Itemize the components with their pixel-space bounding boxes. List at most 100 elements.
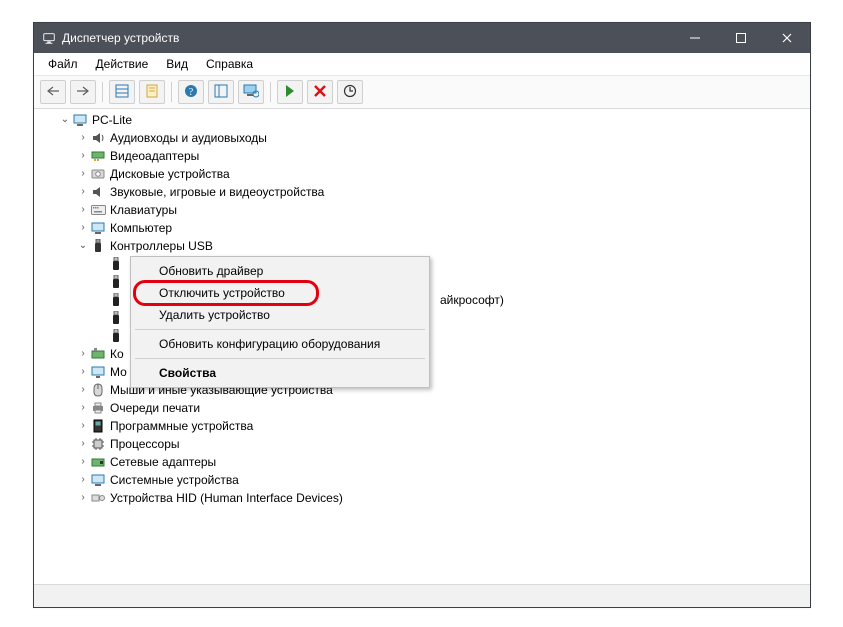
category-processors[interactable]: › Процессоры <box>40 435 804 453</box>
ctx-separator <box>135 329 425 330</box>
chevron-right-icon[interactable]: › <box>76 471 90 489</box>
help-icon: ? <box>184 84 198 101</box>
ctx-disable-device[interactable]: Отключить устройство <box>133 282 427 304</box>
menu-help[interactable]: Справка <box>198 55 261 75</box>
ctx-properties[interactable]: Свойства <box>133 362 427 384</box>
network-adapter-icon <box>90 454 106 470</box>
maximize-button[interactable] <box>718 23 764 53</box>
chevron-right-icon[interactable]: › <box>76 201 90 219</box>
menu-view[interactable]: Вид <box>158 55 196 75</box>
chevron-right-icon[interactable]: › <box>76 453 90 471</box>
chevron-right-icon[interactable]: › <box>76 345 90 363</box>
chevron-right-icon[interactable]: › <box>76 165 90 183</box>
svg-text:?: ? <box>189 87 194 98</box>
menubar: Файл Действие Вид Справка <box>34 53 810 76</box>
update-driver-button[interactable] <box>337 80 363 104</box>
minimize-button[interactable] <box>672 23 718 53</box>
category-disk[interactable]: › Дисковые устройства <box>40 165 804 183</box>
software-device-icon <box>90 418 106 434</box>
category-label: Устройства HID (Human Interface Devices) <box>110 489 343 507</box>
properties-icon <box>145 84 159 101</box>
category-audio[interactable]: › Аудиовходы и аудиовыходы <box>40 129 804 147</box>
category-label: Видеоадаптеры <box>110 147 199 165</box>
chevron-right-icon[interactable]: › <box>76 381 90 399</box>
system-device-icon <box>90 472 106 488</box>
keyboard-icon <box>90 202 106 218</box>
menu-file[interactable]: Файл <box>40 55 86 75</box>
chevron-right-icon[interactable]: › <box>76 417 90 435</box>
context-menu: Обновить драйвер Отключить устройство Уд… <box>130 256 430 388</box>
chevron-right-icon[interactable]: › <box>76 399 90 417</box>
category-label: Компьютер <box>110 219 172 237</box>
mouse-icon <box>90 382 106 398</box>
category-label: Клавиатуры <box>110 201 177 219</box>
help-button[interactable]: ? <box>178 80 204 104</box>
window-title: Диспетчер устройств <box>62 31 179 45</box>
category-software-devices[interactable]: › Программные устройства <box>40 417 804 435</box>
category-label: Сетевые адаптеры <box>110 453 216 471</box>
tree-root[interactable]: ⌄ PC-Lite <box>40 111 804 129</box>
storage-controller-icon <box>90 346 106 362</box>
chevron-right-icon[interactable]: › <box>76 219 90 237</box>
show-hidden-button[interactable] <box>109 80 135 104</box>
category-label: Дисковые устройства <box>110 165 230 183</box>
monitor-scan-icon <box>243 84 259 101</box>
toolbar: ? <box>34 76 810 109</box>
usb-plug-icon <box>108 310 124 326</box>
titlebar[interactable]: Диспетчер устройств <box>34 23 810 53</box>
chevron-right-icon[interactable]: › <box>76 489 90 507</box>
computer-icon <box>72 112 88 128</box>
usb-plug-icon <box>108 256 124 272</box>
uninstall-button[interactable] <box>307 80 333 104</box>
category-label: Контроллеры USB <box>110 237 213 255</box>
category-label: Системные устройства <box>110 471 239 489</box>
chevron-right-icon[interactable]: › <box>76 147 90 165</box>
ctx-uninstall-device[interactable]: Удалить устройство <box>133 304 427 326</box>
usb-plug-icon <box>108 328 124 344</box>
menu-action[interactable]: Действие <box>88 55 157 75</box>
chevron-right-icon[interactable]: › <box>76 435 90 453</box>
category-label: Программные устройства <box>110 417 253 435</box>
sound-icon <box>90 184 106 200</box>
arrow-right-icon <box>76 85 90 99</box>
ctx-scan-hardware[interactable]: Обновить конфигурацию оборудования <box>133 333 427 355</box>
chevron-right-icon[interactable]: › <box>76 363 90 381</box>
category-print-queues[interactable]: › Очереди печати <box>40 399 804 417</box>
forward-button[interactable] <box>70 80 96 104</box>
app-icon <box>42 31 56 45</box>
display-adapter-icon <box>90 148 106 164</box>
category-hid[interactable]: › Устройства HID (Human Interface Device… <box>40 489 804 507</box>
usb-plug-icon <box>108 274 124 290</box>
category-display[interactable]: › Видеоадаптеры <box>40 147 804 165</box>
category-sound[interactable]: › Звуковые, игровые и видеоустройства <box>40 183 804 201</box>
properties-button[interactable] <box>139 80 165 104</box>
view-button[interactable] <box>208 80 234 104</box>
hid-icon <box>90 490 106 506</box>
audio-io-icon <box>90 130 106 146</box>
monitor-icon <box>90 364 106 380</box>
category-computer[interactable]: › Компьютер <box>40 219 804 237</box>
chevron-right-icon[interactable]: › <box>76 129 90 147</box>
ctx-update-driver[interactable]: Обновить драйвер <box>133 260 427 282</box>
disk-drive-icon <box>90 166 106 182</box>
category-system[interactable]: › Системные устройства <box>40 471 804 489</box>
category-keyboard[interactable]: › Клавиатуры <box>40 201 804 219</box>
category-network[interactable]: › Сетевые адаптеры <box>40 453 804 471</box>
usb-icon <box>90 238 106 254</box>
usb-plug-icon <box>108 292 124 308</box>
chevron-right-icon[interactable]: › <box>76 183 90 201</box>
cpu-icon <box>90 436 106 452</box>
chevron-down-icon[interactable]: ⌄ <box>76 237 90 255</box>
tree-root-label: PC-Lite <box>92 111 132 129</box>
enable-button[interactable] <box>277 80 303 104</box>
category-label: Мо <box>110 363 127 381</box>
category-label: Очереди печати <box>110 399 200 417</box>
delete-x-icon <box>314 85 326 100</box>
back-button[interactable] <box>40 80 66 104</box>
chevron-down-icon[interactable]: ⌄ <box>58 111 72 129</box>
close-button[interactable] <box>764 23 810 53</box>
category-label: Процессоры <box>110 435 180 453</box>
statusbar <box>34 584 810 607</box>
category-usb-controllers[interactable]: ⌄ Контроллеры USB <box>40 237 804 255</box>
scan-hardware-button[interactable] <box>238 80 264 104</box>
